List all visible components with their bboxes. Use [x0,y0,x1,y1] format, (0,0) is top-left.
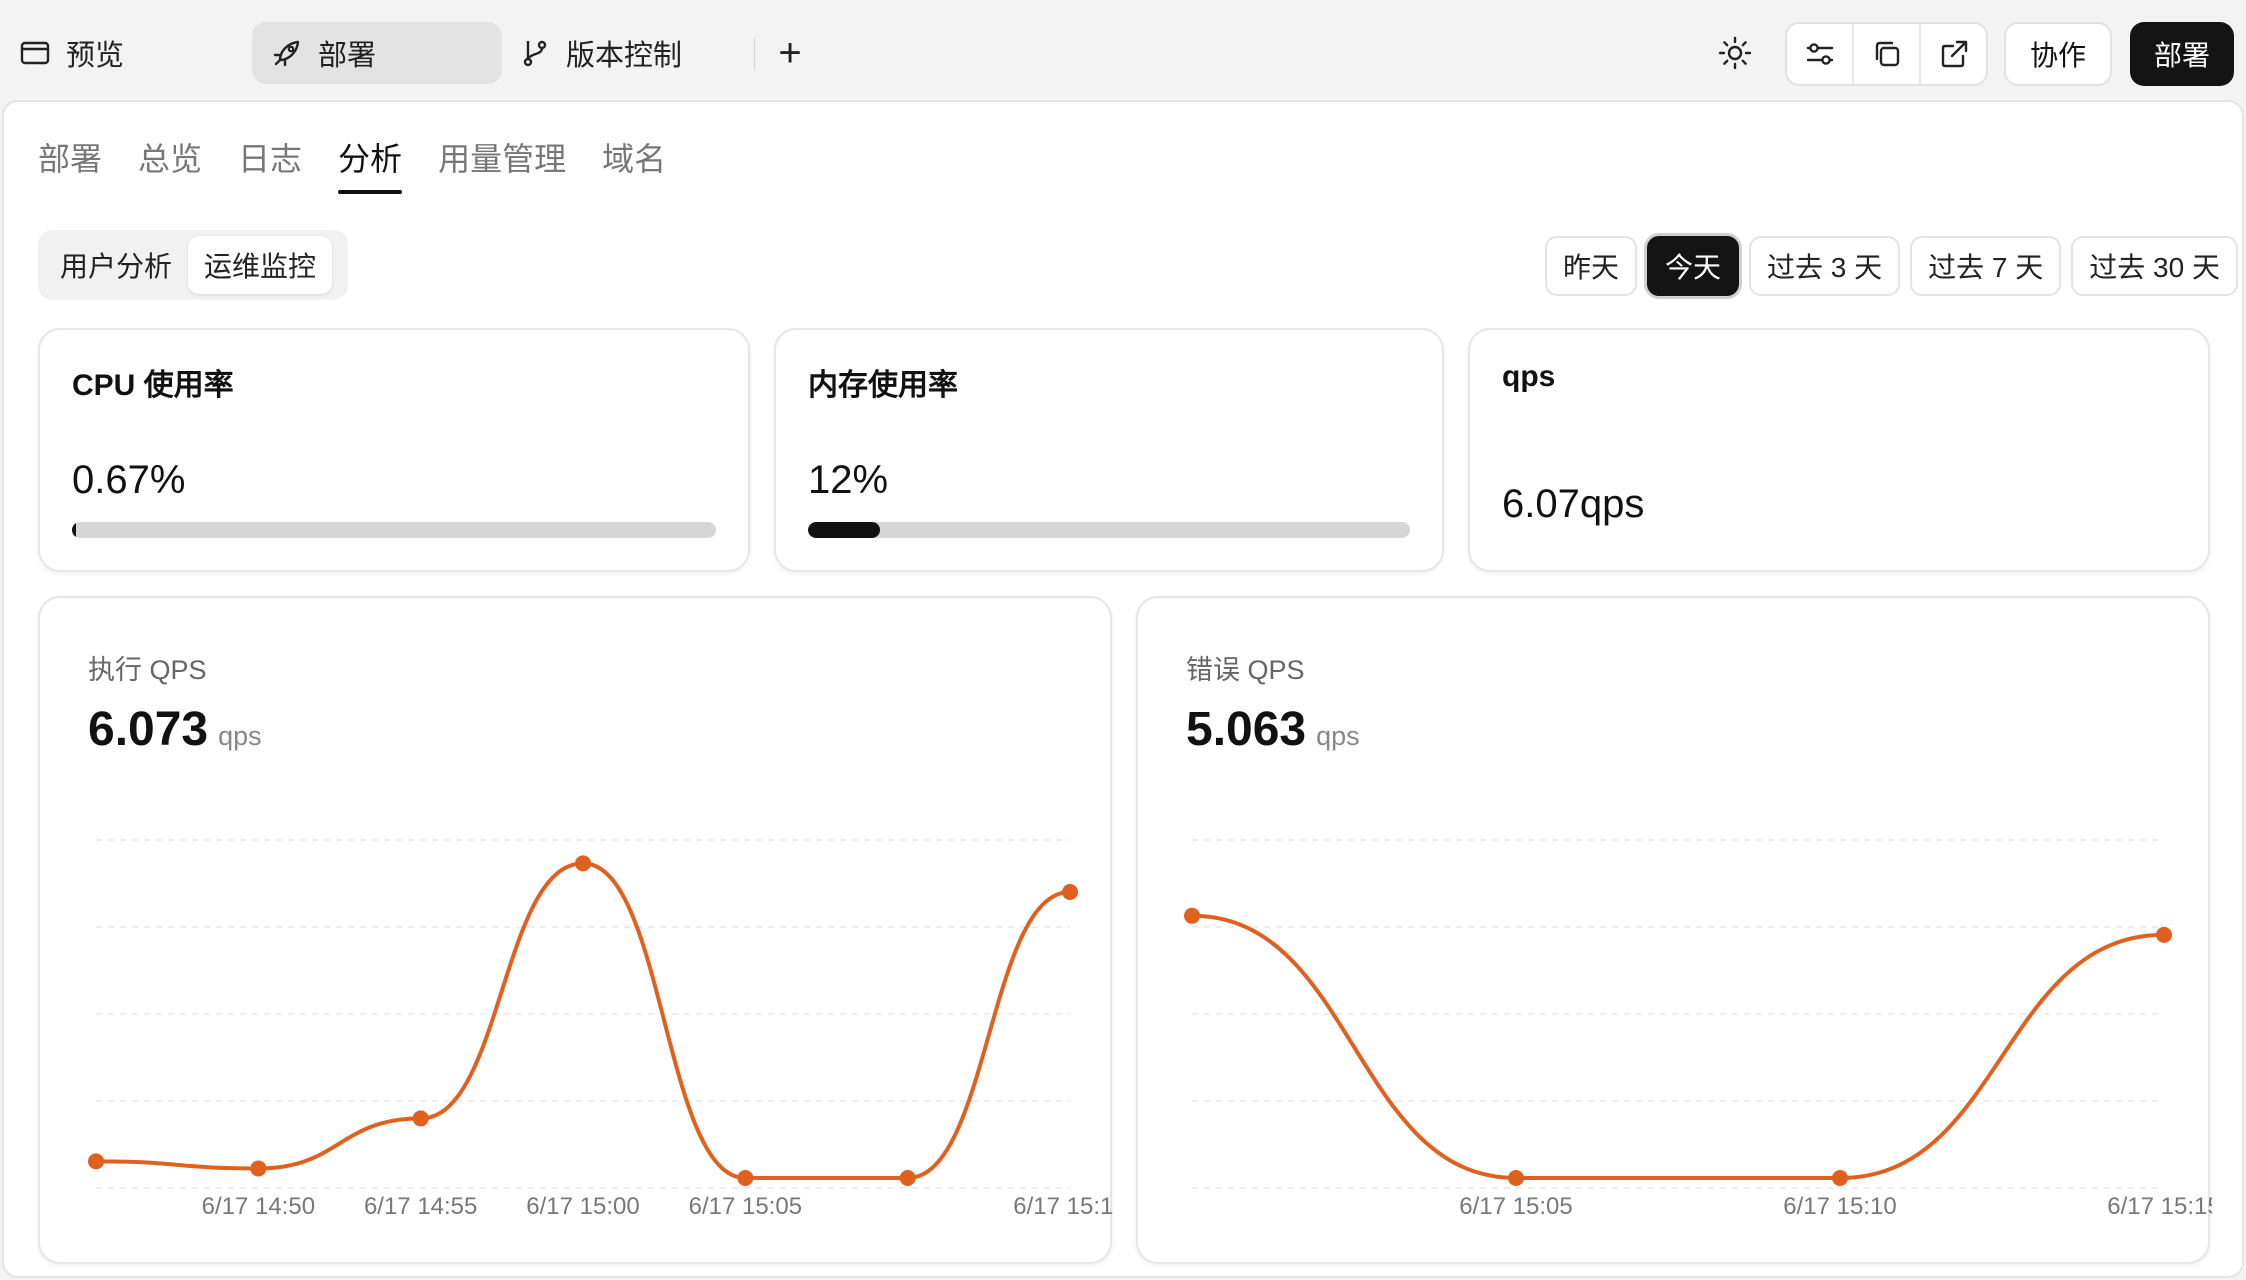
subnav-overview[interactable]: 总览 [138,134,202,190]
data-point[interactable] [2156,926,2172,943]
segment-ops-monitoring[interactable]: 运维监控 [188,236,333,294]
time-range-selector: 昨天 今天 过去 3 天 过去 7 天 过去 30 天 [1544,236,2238,296]
range-30-days[interactable]: 过去 30 天 [2071,236,2238,296]
memory-usage-bar-fill [808,522,881,538]
collaborate-button[interactable]: 协作 [2004,22,2112,86]
tab-label: 版本控制 [566,40,683,72]
segment-user-analysis[interactable]: 用户分析 [44,236,188,294]
x-tick-label: 6/17 15:15 [2107,1193,2212,1220]
tab-preview[interactable]: 预览 [0,22,142,84]
data-point[interactable] [412,1110,429,1127]
qps-title: qps [1502,360,1556,393]
cpu-usage-bar-fill [72,522,77,538]
subnav-domains[interactable]: 域名 [602,134,666,190]
cpu-usage-bar [72,522,716,538]
analysis-segmented-control: 用户分析 运维监控 [38,230,348,300]
subnav-deploy[interactable]: 部署 [38,134,102,190]
memory-usage-bar [808,522,1410,538]
main-panel: 部署 总览 日志 分析 用量管理 域名 用户分析 运维监控 昨天 今天 过去 3… [2,100,2244,1278]
open-external-button[interactable] [1921,24,1986,84]
tab-label: 预览 [66,40,125,72]
add-tab-button[interactable]: + [770,30,810,76]
cpu-usage-value: 0.67% [72,458,186,502]
memory-usage-card: 内存使用率 12% [774,328,1444,572]
subnav-analytics[interactable]: 分析 [338,134,403,194]
toolbar-icon-group [1785,22,1988,86]
x-tick-label: 6/17 15:15 [1013,1193,1114,1220]
data-point[interactable] [737,1170,754,1186]
cpu-usage-title: CPU 使用率 [72,369,234,402]
git-branch-icon [518,36,552,70]
exec-qps-line-chart: 6/17 14:50 6/17 14:55 6/17 15:00 6/17 15:05… [88,839,1114,1220]
qps-value: 6.07qps [1502,482,1645,526]
data-point[interactable] [1832,1170,1848,1186]
series-line [1191,913,2165,1180]
error-qps-line-chart: 6/17 15:05 6/17 15:10 6/17 15:15 [1184,839,2212,1220]
deploy-button[interactable]: 部署 [2130,22,2234,86]
subnav-usage[interactable]: 用量管理 [438,134,566,190]
exec-qps-chart-card: 执行 QPS 6.073 qps 6/17 14:50 6/17 14:55 6/1… [38,596,1114,1264]
data-point[interactable] [1508,1170,1524,1186]
range-7-days[interactable]: 过去 7 天 [1910,236,2062,296]
tab-divider [754,38,755,70]
tab-version-control[interactable]: 版本控制 [500,22,700,84]
subnav-logs[interactable]: 日志 [238,134,302,190]
data-point[interactable] [575,855,591,872]
x-tick-label: 6/17 15:05 [689,1193,802,1220]
window-icon [18,36,52,70]
top-bar: 预览 部署 版本控制 + 协作 部署 [0,0,2246,100]
theme-toggle-button[interactable] [1716,34,1754,72]
tab-deploy[interactable]: 部署 [252,22,502,84]
range-today[interactable]: 今天 [1646,236,1739,296]
settings-button[interactable] [1787,24,1854,84]
copy-button[interactable] [1854,24,1921,84]
x-tick-label: 6/17 15:00 [526,1193,639,1220]
memory-usage-title: 内存使用率 [808,369,958,402]
data-point[interactable] [1184,907,1200,924]
range-3-days[interactable]: 过去 3 天 [1749,236,1901,296]
x-tick-label: 6/17 15:10 [1783,1193,1896,1220]
x-tick-label: 6/17 15:05 [1459,1193,1572,1220]
data-point[interactable] [250,1160,267,1177]
data-point[interactable] [899,1170,916,1186]
data-point[interactable] [88,1153,104,1170]
rocket-icon [270,36,304,70]
sun-icon [1718,36,1752,70]
error-qps-chart-card: 错误 QPS 5.063 qps 6/17 15:05 6/17 15:10 6/1… [1136,596,2212,1264]
memory-usage-value: 12% [808,458,889,502]
data-point[interactable] [1062,883,1078,900]
series-line [95,861,1071,1181]
cpu-usage-card: CPU 使用率 0.67% [38,328,750,572]
x-tick-label: 6/17 14:50 [202,1193,315,1220]
tab-label: 部署 [318,40,377,72]
copy-icon [1875,41,1899,67]
external-link-icon [1941,40,1967,68]
x-tick-label: 6/17 14:55 [364,1193,477,1220]
sliders-icon [1806,43,1833,65]
sub-navigation: 部署 总览 日志 分析 用量管理 域名 [38,134,702,194]
qps-card: qps 6.07qps [1468,328,2210,572]
range-yesterday[interactable]: 昨天 [1544,236,1637,296]
